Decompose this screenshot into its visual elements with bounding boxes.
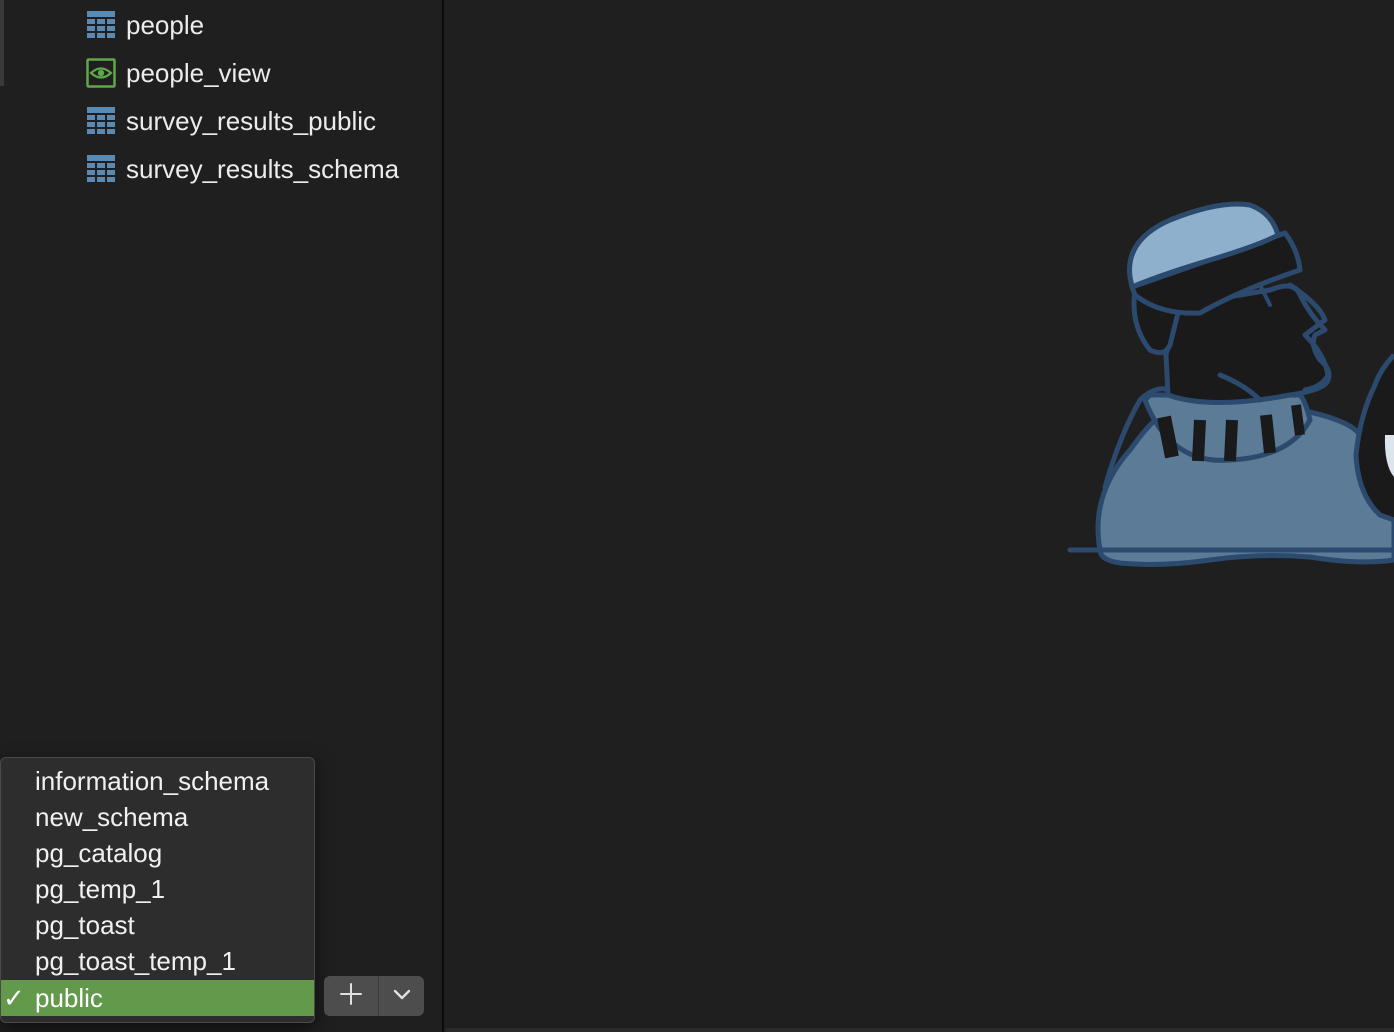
menu-item-label: pg_toast [35,909,135,940]
menu-item-label: pg_catalog [35,837,163,868]
schema-dropdown-menu: information_schema new_schema pg_catalog… [0,757,315,1023]
sidebar-item-people-view[interactable]: people_view [86,51,271,95]
table-icon [86,106,116,136]
add-button[interactable] [324,976,378,1016]
menu-item-pg-temp-1[interactable]: pg_temp_1 [1,871,314,907]
sidebar-item-label: people_view [126,57,271,88]
menu-item-label: pg_temp_1 [35,873,166,904]
sidebar-scrollbar[interactable] [0,0,4,86]
menu-item-label: public [35,982,103,1013]
sidebar-item-survey-results-schema[interactable]: survey_results_schema [86,147,399,191]
app-window: people people_view survey_results_public… [0,0,1394,1032]
menu-item-public[interactable]: ✓ public [1,980,314,1016]
menu-item-pg-toast[interactable]: pg_toast [1,907,314,943]
table-icon [86,10,116,40]
sidebar-item-label: survey_results_schema [126,153,400,184]
sidebar-item-survey-results-public[interactable]: survey_results_public [86,99,376,143]
schema-toolbar [324,976,424,1016]
menu-item-label: pg_toast_temp_1 [35,945,236,976]
chevron-down-icon [391,983,413,1010]
menu-item-pg-catalog[interactable]: pg_catalog [1,835,314,871]
plus-icon [339,982,363,1011]
sidebar-item-people[interactable]: people [86,3,204,47]
view-eye-icon [86,58,116,88]
status-bar-edge [446,1028,1394,1032]
menu-item-information-schema[interactable]: information_schema [1,763,314,799]
schema-menu-button[interactable] [379,976,424,1016]
menu-item-new-schema[interactable]: new_schema [1,799,314,835]
sidebar-item-label: people [126,9,205,40]
menu-item-pg-toast-temp-1[interactable]: pg_toast_temp_1 [1,943,314,979]
checkmark-icon: ✓ [3,982,25,1013]
menu-item-label: new_schema [35,801,189,832]
sidebar-item-label: survey_results_public [126,105,377,136]
menu-item-label: information_schema [35,765,270,796]
elephant-mascot-illustration [1060,195,1394,575]
table-icon [86,154,116,184]
